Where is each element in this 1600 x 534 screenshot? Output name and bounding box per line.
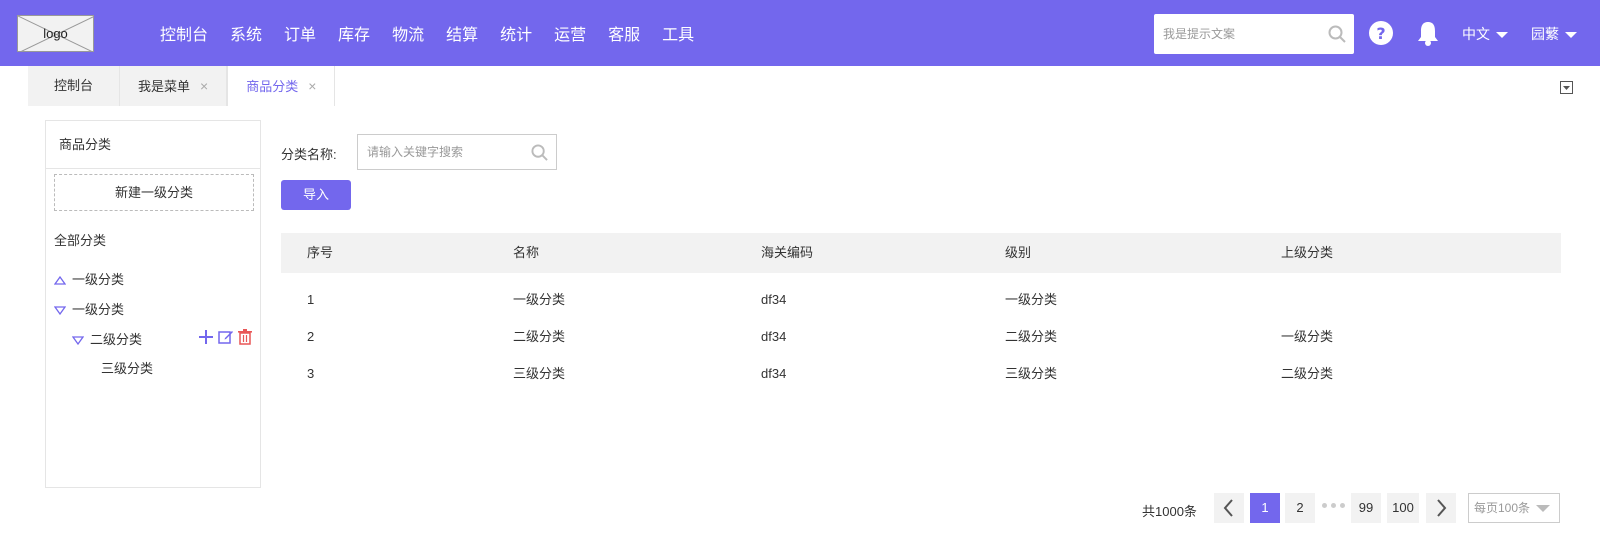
total-count: 共1000条 [1142,504,1197,519]
cell-parent: 一级分类 [1281,329,1334,344]
chevron-left-icon [1223,499,1233,517]
page-2-button[interactable]: 2 [1285,493,1315,523]
nav-item-inventory[interactable]: 库存 [338,21,370,45]
cell-name: 三级分类 [513,366,566,381]
column-header-index[interactable]: 序号 [307,233,333,273]
page-size-select[interactable]: 每页100条 [1468,493,1560,523]
page-100-button[interactable]: 100 [1387,493,1419,523]
global-search [1154,14,1354,54]
search-icon[interactable] [1328,25,1346,43]
language-switcher[interactable]: 中文 [1462,24,1508,44]
nav-item-tools[interactable]: 工具 [662,21,694,45]
tab-label: 控制台 [53,78,93,93]
chevron-down-icon [1496,32,1508,39]
edit-icon[interactable] [218,329,234,345]
table-row[interactable]: 1 一级分类 df34 一级分类 [281,281,1561,318]
delete-icon[interactable] [238,329,252,345]
bell-icon[interactable] [1417,21,1439,46]
page-tabs: 控制台 我是菜单 × 商品分类 × [28,66,336,106]
user-name: 园蘩 [1531,26,1559,42]
tree-item-actions [198,329,252,345]
column-header-customs-code[interactable]: 海关编码 [761,233,813,273]
cell-index: 1 [307,292,315,307]
nav-item-dashboard[interactable]: 控制台 [160,21,208,45]
close-icon[interactable]: × [200,66,208,106]
logo[interactable]: logo [17,15,94,52]
category-search-input[interactable] [358,135,523,169]
import-button[interactable]: 导入 [281,180,351,210]
column-header-level[interactable]: 级别 [1005,233,1031,273]
tab-dropdown-icon[interactable] [1560,81,1573,94]
logo-text: logo [43,26,68,41]
nav-item-logistics[interactable]: 物流 [392,21,424,45]
table-row[interactable]: 3 三级分类 df34 三级分类 二级分类 [281,355,1561,392]
ellipsis-icon [1322,503,1345,508]
sidebar-title: 商品分类 [46,121,260,169]
new-category-button[interactable]: 新建一级分类 [54,174,254,211]
search-icon[interactable] [531,144,548,161]
table-row[interactable]: 2 二级分类 df34 二级分类 一级分类 [281,318,1561,355]
chevron-down-icon [1565,32,1577,39]
cell-parent: 二级分类 [1281,366,1334,381]
triangle-down-icon[interactable] [72,336,84,346]
category-search [357,134,557,170]
tree-item-label: 一级分类 [72,272,125,287]
category-name-label: 分类名称: [281,147,337,162]
tree-item-label: 一级分类 [72,302,125,317]
language-label: 中文 [1462,26,1490,42]
tab-category[interactable]: 商品分类 × [227,66,336,106]
page-1-button[interactable]: 1 [1250,493,1280,523]
column-header-name[interactable]: 名称 [513,233,539,273]
column-header-parent[interactable]: 上级分类 [1281,233,1333,273]
nav-item-service[interactable]: 客服 [608,21,640,45]
nav-item-operations[interactable]: 运营 [554,21,586,45]
chevron-right-icon [1437,499,1447,517]
cell-name: 一级分类 [513,292,566,307]
cell-level: 一级分类 [1005,292,1058,307]
cell-customs-code: df34 [761,366,787,381]
table-header: 序号 名称 海关编码 级别 上级分类 [281,233,1561,273]
user-menu[interactable]: 园蘩 [1531,24,1577,44]
nav-item-orders[interactable]: 订单 [284,21,316,45]
tree-item-level3[interactable]: 三级分类 [101,358,153,377]
cell-name: 二级分类 [513,329,566,344]
tab-dashboard[interactable]: 控制台 [28,66,120,106]
cell-customs-code: df34 [761,292,787,307]
prev-page-button[interactable] [1214,493,1244,523]
cell-level: 二级分类 [1005,329,1058,344]
tree-item-level2[interactable]: 二级分类 [72,329,142,348]
triangle-down-icon[interactable] [54,306,66,316]
tree-item-label: 三级分类 [101,361,154,376]
tab-label: 商品分类 [246,79,299,94]
category-table: 序号 名称 海关编码 级别 上级分类 1 一级分类 df34 一级分类 2 二级… [281,233,1561,392]
page-size-value: 每页100条 [1474,501,1531,515]
tree-item-level1[interactable]: 一级分类 [54,269,124,288]
main-nav: 控制台 系统 订单 库存 物流 结算 统计 运营 客服 工具 [160,0,716,66]
tree-item-level1-expanded[interactable]: 一级分类 [54,299,124,318]
cell-customs-code: df34 [761,329,787,344]
nav-item-system[interactable]: 系统 [230,21,262,45]
close-icon[interactable]: × [308,66,316,106]
help-icon[interactable]: ? [1369,21,1393,45]
nav-item-statistics[interactable]: 统计 [500,21,532,45]
next-page-button[interactable] [1426,493,1456,523]
cell-index: 2 [307,329,315,344]
tab-label: 我是菜单 [138,79,191,94]
global-search-input[interactable] [1154,14,1314,54]
tree-item-label: 二级分类 [90,332,143,347]
add-icon[interactable] [198,329,214,345]
nav-item-settlement[interactable]: 结算 [446,21,478,45]
chevron-down-icon [1536,505,1550,512]
category-sidebar: 商品分类 新建一级分类 全部分类 一级分类 一级分类 二级分类 三级分类 [45,120,261,488]
tab-my-menu[interactable]: 我是菜单 × [120,66,228,106]
page-99-button[interactable]: 99 [1351,493,1381,523]
top-header: logo 控制台 系统 订单 库存 物流 结算 统计 运营 客服 工具 ? 中文… [0,0,1600,66]
triangle-up-icon[interactable] [54,276,66,285]
all-categories-label[interactable]: 全部分类 [54,230,106,249]
svg-text:?: ? [1376,24,1385,43]
cell-level: 三级分类 [1005,366,1058,381]
cell-index: 3 [307,366,315,381]
